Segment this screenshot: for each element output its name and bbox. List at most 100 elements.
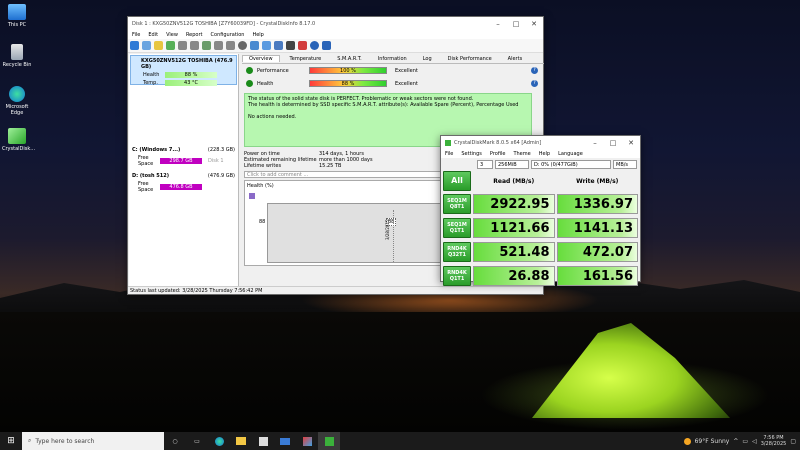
gun-icon[interactable]	[190, 41, 199, 50]
count-select[interactable]: 3	[477, 159, 493, 169]
start-button[interactable]: ⊞	[0, 432, 22, 450]
window-icon[interactable]	[274, 41, 283, 50]
seq1m-q8t1-button[interactable]: SEQ1M Q8T1	[443, 194, 471, 214]
desktop-icon-label: This PC	[7, 22, 27, 28]
menu-settings[interactable]: Settings	[461, 151, 482, 157]
seq1m-q1t1-button[interactable]: SEQ1M Q1T1	[443, 218, 471, 238]
rnd4k-q32t1-button[interactable]: RND4K Q32T1	[443, 242, 471, 262]
alert-icon[interactable]	[298, 41, 307, 50]
app-icon	[445, 139, 451, 146]
menu-theme[interactable]: Theme	[513, 151, 530, 157]
crystaldiskmark-taskbar-icon[interactable]	[318, 432, 340, 450]
free-space-label: Free Space	[138, 181, 154, 193]
notification-icon[interactable]: ▢	[790, 438, 796, 445]
health-row: Health 88 % Excellent ?	[242, 77, 544, 90]
menu-help[interactable]: Help	[539, 151, 550, 157]
info-key: Lifetime writes	[244, 163, 282, 169]
size-select[interactable]: 256MiB	[495, 159, 529, 169]
recycle-bin-icon	[11, 44, 23, 60]
menu-language[interactable]: Language	[558, 151, 583, 157]
clock[interactable]: 7:56 PM 3/28/2025	[761, 435, 787, 447]
unit-select[interactable]: MB/s	[613, 159, 637, 169]
menu-report[interactable]: Report	[186, 32, 203, 38]
volume-name: C: (Windows 7...)	[132, 147, 181, 153]
title-bar: CrystalDiskMark 8.0.5 x64 [Admin] – □ ✕	[441, 136, 640, 149]
store-icon[interactable]	[252, 432, 274, 450]
circle-icon[interactable]	[238, 41, 247, 50]
chart-icon[interactable]	[286, 41, 295, 50]
health-value: 88 %	[165, 72, 217, 78]
crystaldiskmark-window: CrystalDiskMark 8.0.5 x64 [Admin] – □ ✕ …	[440, 135, 641, 286]
tab-information[interactable]: Information	[372, 56, 413, 62]
help-icon[interactable]	[310, 41, 319, 50]
close-button[interactable]: ✕	[622, 139, 640, 147]
refresh-icon[interactable]	[130, 41, 139, 50]
help-icon[interactable]: ?	[531, 67, 538, 74]
volume-icon[interactable]: ◁	[752, 438, 757, 445]
star-icon[interactable]	[154, 41, 163, 50]
about-icon[interactable]	[322, 41, 331, 50]
copy-icon[interactable]	[250, 41, 259, 50]
system-tray: 69°F Sunny ^ ▭ ◁ 7:56 PM 3/28/2025 ▢	[683, 435, 800, 447]
drive-select[interactable]: D: 0% (0/477GiB)	[531, 159, 611, 169]
gun-icon[interactable]	[214, 41, 223, 50]
check-icon	[246, 67, 253, 74]
menu-edit[interactable]: Edit	[148, 32, 158, 38]
desktop-icon-this-pc[interactable]: This PC	[2, 4, 32, 28]
maximize-button[interactable]: □	[507, 20, 525, 28]
performance-bar: 100 %	[309, 67, 387, 74]
desktop-icon-label: Recycle Bin	[2, 62, 32, 68]
desktop-icon-edge[interactable]: Microsoft Edge	[2, 86, 32, 116]
edge-taskbar-icon[interactable]	[208, 432, 230, 450]
cortana-icon[interactable]: ○	[164, 432, 186, 450]
health-label: Health	[143, 72, 160, 78]
tab-temperature[interactable]: Temperature	[284, 56, 328, 62]
minimize-button[interactable]: –	[489, 20, 507, 28]
menu-help[interactable]: Help	[252, 32, 263, 38]
gun-icon[interactable]	[178, 41, 187, 50]
network-icon[interactable]: ▭	[742, 438, 748, 445]
all-button[interactable]: All	[443, 171, 471, 191]
minimize-button[interactable]: –	[586, 139, 604, 147]
write-value: 1336.97	[556, 194, 638, 214]
tab-log[interactable]: Log	[417, 56, 438, 62]
mail-icon[interactable]	[274, 432, 296, 450]
health-icon[interactable]	[166, 41, 175, 50]
desktop-icon-label: Microsoft Edge	[5, 104, 29, 116]
maximize-button[interactable]: □	[604, 139, 622, 147]
menu-file[interactable]: File	[132, 32, 140, 38]
gun-icon[interactable]	[226, 41, 235, 50]
tab-smart[interactable]: S.M.A.R.T.	[331, 56, 368, 62]
disk-icon[interactable]	[142, 41, 151, 50]
write-value: 161.56	[556, 266, 638, 286]
tab-disk-performance[interactable]: Disk Performance	[442, 56, 498, 62]
window-title: Disk 1 : KXG50ZNV512G TOSHIBA [Z7Y60039F…	[132, 20, 316, 27]
close-button[interactable]: ✕	[525, 20, 543, 28]
task-view-icon[interactable]: ▭	[186, 432, 208, 450]
volume-entry[interactable]: D: (tosh 512) (476.9 GB) Free Space 476.8…	[129, 172, 238, 194]
file-explorer-icon[interactable]	[230, 432, 252, 450]
date: 3/28/2025	[760, 441, 787, 447]
volume-entry[interactable]: C: (Windows 7...) (228.3 GB) Free Space 2…	[129, 146, 238, 168]
crystaldiskinfo-taskbar-icon[interactable]	[296, 432, 318, 450]
rnd4k-q1t1-button[interactable]: RND4K Q1T1	[443, 266, 471, 286]
test-params: Q1T1	[449, 228, 465, 234]
tab-alerts[interactable]: Alerts	[502, 56, 529, 62]
chevron-up-icon[interactable]: ^	[733, 438, 738, 445]
disk-entry[interactable]: KXG50ZNV512G TOSHIBA (476.9 GB) Health 8…	[130, 55, 237, 86]
menu-view[interactable]: View	[166, 32, 178, 38]
temp-value: 43 °C	[165, 80, 217, 86]
menu-configuration[interactable]: Configuration	[211, 32, 245, 38]
read-value: 26.88	[473, 266, 555, 286]
search-box[interactable]: ⌕ Type here to search	[22, 432, 164, 450]
graph-icon[interactable]	[262, 41, 271, 50]
menu-profile[interactable]: Profile	[490, 151, 506, 157]
weather-text[interactable]: 69°F Sunny	[695, 438, 730, 445]
menu-file[interactable]: File	[445, 151, 453, 157]
desktop-icon-recycle-bin[interactable]: Recycle Bin	[2, 44, 32, 68]
gun-icon[interactable]	[202, 41, 211, 50]
tab-overview[interactable]: Overview	[242, 55, 280, 62]
help-icon[interactable]: ?	[531, 80, 538, 87]
result-row: RND4K Q32T1 521.48 472.07	[443, 241, 638, 263]
desktop-icon-crystaldisk[interactable]: CrystalDisk...	[2, 128, 35, 152]
